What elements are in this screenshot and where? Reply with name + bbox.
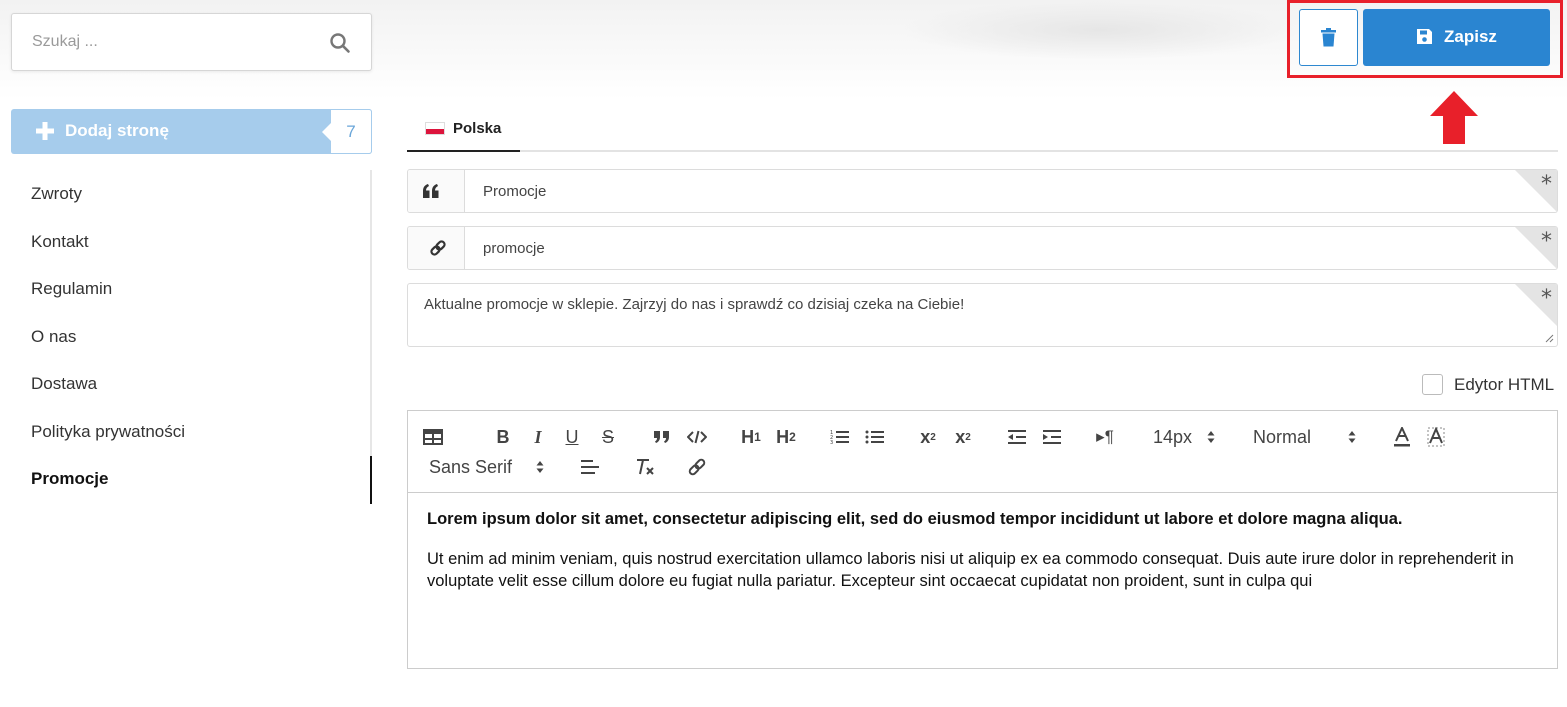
title-input[interactable] xyxy=(483,170,1483,212)
strikethrough-button[interactable]: S xyxy=(599,426,617,448)
svg-text:3: 3 xyxy=(830,440,833,445)
page-item-promocje[interactable]: Promocje xyxy=(31,469,108,489)
add-page-button[interactable]: Dodaj stronę 7 xyxy=(11,109,372,154)
font-family-select[interactable]: Sans Serif xyxy=(429,456,519,478)
resize-grip-icon[interactable] xyxy=(1544,333,1554,343)
bullet-list-button[interactable] xyxy=(864,426,886,448)
active-page-indicator xyxy=(370,456,372,504)
indent-button[interactable] xyxy=(1041,426,1063,448)
clear-formatting-icon xyxy=(637,459,654,475)
italic-button[interactable]: I xyxy=(529,426,547,448)
tab-label: Polska xyxy=(453,120,502,137)
page-item-regulamin[interactable]: Regulamin xyxy=(31,279,112,299)
heading-2-button[interactable]: H2 xyxy=(773,426,799,448)
required-star: * xyxy=(1541,172,1552,197)
background-color-icon xyxy=(1427,427,1445,447)
required-star: * xyxy=(1541,286,1552,311)
underline-button[interactable]: U xyxy=(563,426,581,448)
align-left-icon xyxy=(581,460,599,474)
text-color-button[interactable] xyxy=(1391,426,1413,448)
outdent-icon xyxy=(1008,430,1026,444)
editor-paragraph: Lorem ipsum dolor sit amet, consectetur … xyxy=(427,510,1403,528)
page-item-zwroty[interactable]: Zwroty xyxy=(31,184,82,204)
subscript-button[interactable]: x2 xyxy=(917,426,939,448)
align-button[interactable] xyxy=(579,456,601,478)
link-icon xyxy=(430,240,446,256)
floppy-disk-icon xyxy=(1417,29,1432,44)
rich-text-editor: B I U S H1 H2 1 2 3 x 2 x 2 ▸¶ 14px Norm… xyxy=(407,410,1558,669)
trash-icon xyxy=(1321,28,1336,47)
font-size-chevron-icon xyxy=(1207,431,1215,443)
font-size-select[interactable]: 14px xyxy=(1153,426,1193,448)
bold-button[interactable]: B xyxy=(494,426,512,448)
page-list-rail xyxy=(370,170,372,504)
indent-icon xyxy=(1043,430,1061,444)
editor-content[interactable]: Lorem ipsum dolor sit amet, consectetur … xyxy=(408,493,1557,668)
required-star: * xyxy=(1541,229,1552,254)
search-box xyxy=(11,13,372,71)
language-tabs: Polska xyxy=(407,106,1558,152)
table-icon xyxy=(423,429,443,445)
description-field: Aktualne promocje w sklepie. Zajrzyj do … xyxy=(407,283,1558,347)
search-input[interactable] xyxy=(32,14,322,70)
blockquote-button[interactable] xyxy=(652,426,672,448)
page-item-o-nas[interactable]: O nas xyxy=(31,327,76,347)
text-color-icon xyxy=(1394,427,1410,447)
page-item-polityka-prywatnosci[interactable]: Polityka prywatności xyxy=(31,422,185,442)
plus-icon xyxy=(36,122,54,140)
pl-flag-icon xyxy=(425,122,445,135)
tab-polska[interactable]: Polska xyxy=(407,106,520,152)
add-page-label: Dodaj stronę xyxy=(65,121,169,140)
slug-field: * xyxy=(407,226,1558,270)
insert-link-button[interactable] xyxy=(686,456,708,478)
outdent-button[interactable] xyxy=(1006,426,1028,448)
text-direction-button[interactable]: ▸¶ xyxy=(1094,426,1116,448)
editor-toolbar: B I U S H1 H2 1 2 3 x 2 x 2 ▸¶ 14px Norm… xyxy=(408,411,1557,493)
ordered-list-icon: 1 2 3 xyxy=(830,430,849,445)
heading-1-button[interactable]: H1 xyxy=(738,426,764,448)
page-item-dostawa[interactable]: Dostawa xyxy=(31,374,97,394)
quote-icon xyxy=(423,184,439,198)
page-item-kontakt[interactable]: Kontakt xyxy=(31,232,89,252)
save-button[interactable]: Zapisz xyxy=(1363,9,1550,66)
save-label: Zapisz xyxy=(1444,27,1497,46)
slug-addon xyxy=(408,227,465,269)
superscript-button[interactable]: x2 xyxy=(952,426,974,448)
editor-paragraph: Ut enim ad minim veniam, quis nostrud ex… xyxy=(427,550,1514,590)
html-editor-checkbox[interactable] xyxy=(1422,374,1443,395)
page-list: Zwroty Kontakt Regulamin O nas Dostawa P… xyxy=(11,170,372,504)
quote-icon xyxy=(654,431,669,443)
title-addon xyxy=(408,170,465,212)
table-button[interactable] xyxy=(422,426,444,448)
code-icon xyxy=(687,430,707,444)
html-editor-label: Edytor HTML xyxy=(1454,375,1555,394)
ordered-list-button[interactable]: 1 2 3 xyxy=(829,426,851,448)
clear-formatting-button[interactable] xyxy=(634,456,656,478)
delete-button[interactable] xyxy=(1299,9,1358,66)
code-block-button[interactable] xyxy=(686,426,708,448)
bullet-list-icon xyxy=(865,430,884,444)
title-field: * xyxy=(407,169,1558,213)
page-count-badge: 7 xyxy=(322,109,372,154)
link-icon xyxy=(688,458,706,476)
background-color-button[interactable] xyxy=(1425,426,1447,448)
search-icon[interactable] xyxy=(329,32,351,54)
font-family-chevron-icon xyxy=(536,461,544,473)
heading-select[interactable]: Normal xyxy=(1253,426,1313,448)
slug-input[interactable] xyxy=(483,227,1483,269)
description-textarea[interactable]: Aktualne promocje w sklepie. Zajrzyj do … xyxy=(408,284,1557,346)
heading-chevron-icon xyxy=(1348,431,1356,443)
